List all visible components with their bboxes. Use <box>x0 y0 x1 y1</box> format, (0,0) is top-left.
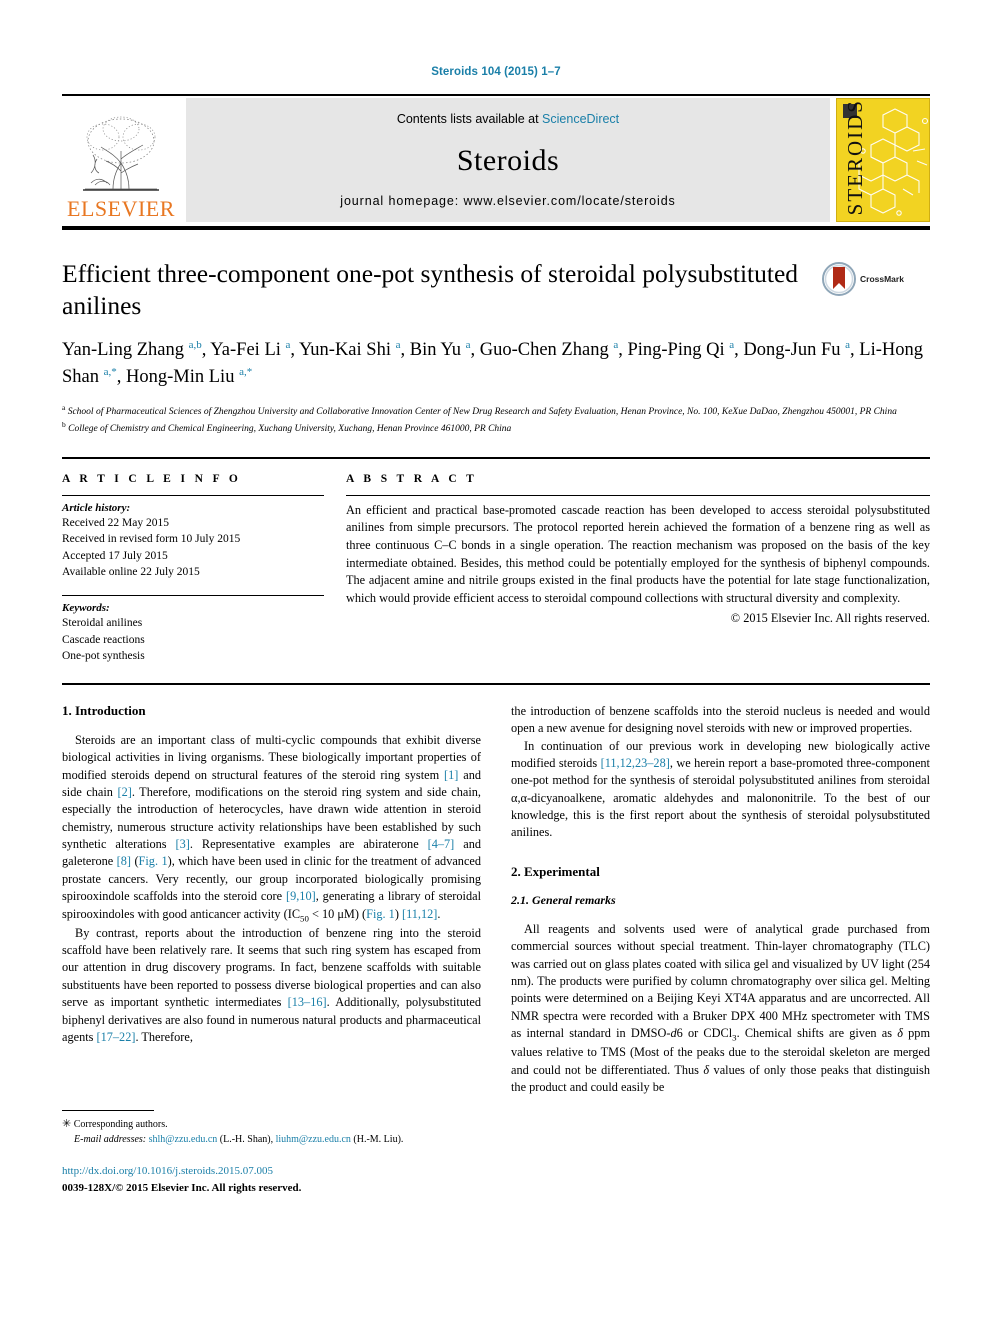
intro-paragraph-1: Steroids are an important class of multi… <box>62 732 482 924</box>
page-title: Efficient three-component one-pot synthe… <box>62 259 799 320</box>
email-label: E-mail addresses: <box>74 1134 147 1146</box>
email-link-liu[interactable]: liuhm@zzu.edu.cn <box>276 1134 351 1145</box>
crossmark-icon <box>822 262 856 296</box>
contents-prefix: Contents lists available at <box>396 112 543 126</box>
abstract-copyright: © 2015 Elsevier Inc. All rights reserved… <box>730 610 930 625</box>
email-name-liu: (H.-M. Liu). <box>353 1134 404 1146</box>
article-history-heading: Article history: <box>62 501 131 514</box>
info-abstract-row: A R T I C L E I N F O Article history: R… <box>62 473 930 665</box>
abstract-rule <box>346 494 930 496</box>
keyword-item: Steroidal anilines <box>62 617 143 630</box>
history-item: Accepted 17 July 2015 <box>62 549 168 562</box>
left-column: 1. Introduction Steroids are an importan… <box>62 703 481 1197</box>
affiliations: a School of Pharmaceutical Sciences of Z… <box>62 402 930 437</box>
intro-paragraph-2: By contrast, reports about the introduct… <box>62 925 481 1044</box>
general-remarks-paragraph: All reagents and solvents used were of a… <box>511 921 931 1094</box>
body-columns: 1. Introduction Steroids are an importan… <box>62 703 930 1197</box>
doi-link[interactable]: http://dx.doi.org/10.1016/j.steroids.201… <box>62 1163 481 1180</box>
article-info-column: A R T I C L E I N F O Article history: R… <box>62 473 346 665</box>
journal-homepage[interactable]: journal homepage: www.elsevier.com/locat… <box>340 194 675 208</box>
crossmark-label: CrossMark <box>860 274 904 284</box>
asterisk-icon: ✳ <box>62 1117 72 1130</box>
journal-banner: Contents lists available at ScienceDirec… <box>186 98 830 222</box>
masthead-bottom-rule <box>62 226 930 230</box>
affiliation-a: a School of Pharmaceutical Sciences of Z… <box>62 402 897 417</box>
abstract-text: An efficient and practical base-promoted… <box>346 502 930 606</box>
title-row: Efficient three-component one-pot synthe… <box>62 258 930 321</box>
article-info-label: A R T I C L E I N F O <box>62 472 242 485</box>
right-column: the introduction of benzene scaffolds in… <box>511 703 930 1197</box>
affiliation-b-text: College of Chemistry and Chemical Engine… <box>68 424 512 435</box>
abstract-label: A B S T R A C T <box>346 472 478 485</box>
keyword-item: Cascade reactions <box>62 633 145 646</box>
abstract-column: A B S T R A C T An efficient and practic… <box>346 473 930 665</box>
doi-block: http://dx.doi.org/10.1016/j.steroids.201… <box>62 1163 481 1196</box>
elsevier-wordmark: ELSEVIER <box>67 196 175 221</box>
elsevier-logo: ELSEVIER <box>62 98 180 222</box>
author-list: Yan-Ling Zhang a,b, Ya-Fei Li a, Yun-Kai… <box>62 339 924 388</box>
info-top-rule <box>62 456 930 459</box>
journal-title: Steroids <box>456 144 560 177</box>
affiliation-b: b College of Chemistry and Chemical Engi… <box>62 420 512 435</box>
intro-paragraph-4: In continuation of our previous work in … <box>511 738 930 840</box>
keywords-block: Keywords: Steroidal anilines Cascade rea… <box>62 595 324 664</box>
article-info-rule <box>62 494 324 496</box>
contents-available-line: Contents lists available at ScienceDirec… <box>397 112 619 126</box>
email-link-shan[interactable]: shlh@zzu.edu.cn <box>149 1134 218 1145</box>
email-addresses-note: E-mail addresses: shlh@zzu.edu.cn (L.-H.… <box>62 1132 481 1147</box>
crossmark-badge[interactable]: CrossMark <box>822 258 930 296</box>
corresponding-authors-note: ✳ Corresponding authors. <box>62 1116 481 1133</box>
issn-copyright: 0039-128X/© 2015 Elsevier Inc. All right… <box>62 1181 302 1194</box>
section-heading-introduction: 1. Introduction <box>62 702 146 718</box>
body-top-rule <box>62 682 930 685</box>
sciencedirect-link[interactable]: ScienceDirect <box>542 112 619 126</box>
keywords-heading: Keywords: <box>62 602 110 615</box>
running-head: Steroids 104 (2015) 1–7 <box>431 66 561 78</box>
email-name-shan: (L.-H. Shan), <box>219 1134 274 1146</box>
history-item: Received 22 May 2015 <box>62 516 169 529</box>
history-item: Received in revised form 10 July 2015 <box>62 533 241 546</box>
corresponding-authors-text: Corresponding authors. <box>73 1118 168 1130</box>
journal-cover-thumbnail: STEROIDS <box>836 98 930 222</box>
subsection-heading-general-remarks: 2.1. General remarks <box>511 892 616 907</box>
keyword-item: One-pot synthesis <box>62 650 145 663</box>
history-item: Available online 22 July 2015 <box>62 565 200 578</box>
footnote-rule <box>62 1109 154 1111</box>
keywords-rule <box>62 595 324 597</box>
section-heading-experimental: 2. Experimental <box>511 863 600 879</box>
intro-paragraph-3: the introduction of benzene scaffolds in… <box>511 703 930 736</box>
journal-masthead: ELSEVIER Contents lists available at Sci… <box>62 94 930 222</box>
cover-journal-title: STEROIDS <box>843 98 867 215</box>
affiliation-a-text: School of Pharmaceutical Sciences of Zhe… <box>67 407 897 417</box>
footnote-area: ✳ Corresponding authors. E-mail addresse… <box>62 1109 481 1197</box>
paper-page: Steroids 104 (2015) 1–7 ELSEVIER Content… <box>0 0 992 1323</box>
elsevier-tree-icon <box>83 116 159 191</box>
